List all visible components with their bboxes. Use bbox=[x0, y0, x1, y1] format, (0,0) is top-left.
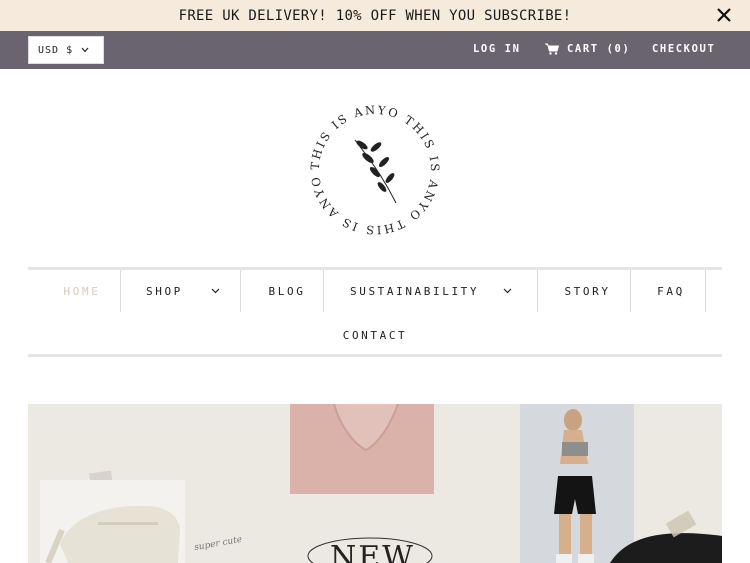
nav-story[interactable]: STORY bbox=[560, 270, 615, 312]
nav-divider bbox=[537, 270, 538, 312]
nav-divider bbox=[705, 270, 706, 312]
close-icon[interactable] bbox=[714, 5, 734, 25]
nav-sustainability-label: SUSTAINABILITY bbox=[350, 284, 480, 298]
nav-home[interactable]: HOME bbox=[60, 270, 104, 312]
nav-shop[interactable]: SHOP bbox=[146, 270, 236, 312]
currency-value: USD $ bbox=[38, 44, 74, 56]
announcement-bar: FREE UK DELIVERY! 10% OFF WHEN YOU SUBSC… bbox=[0, 0, 750, 31]
nav-sustainability[interactable]: SUSTAINABILITY bbox=[350, 270, 530, 312]
brand-logo[interactable]: THIS IS ANYO THIS IS ANYO THIS IS ANYO bbox=[300, 95, 450, 245]
hero-banner[interactable]: super cute NEW bbox=[28, 404, 722, 563]
nav-divider bbox=[630, 270, 631, 312]
login-link[interactable]: LOG IN bbox=[473, 43, 521, 55]
hero-headline: NEW bbox=[330, 540, 415, 563]
nav-contact[interactable]: CONTACT bbox=[335, 314, 415, 356]
checkout-link[interactable]: CHECKOUT bbox=[652, 43, 715, 55]
hero-script-text: super cute bbox=[193, 535, 242, 553]
nav-bottom-border bbox=[28, 354, 722, 357]
chevron-down-icon bbox=[503, 288, 512, 294]
nav-blog[interactable]: BLOG bbox=[262, 270, 312, 312]
nav-divider bbox=[240, 270, 241, 312]
leaf-branch-icon bbox=[354, 139, 397, 204]
chevron-down-icon bbox=[211, 288, 220, 294]
cart-label: CART (0) bbox=[567, 43, 631, 55]
top-utility-bar: USD $ LOG IN CART (0) CHECKOUT bbox=[0, 31, 750, 69]
nav-divider bbox=[120, 270, 121, 312]
cart-icon bbox=[545, 43, 559, 55]
nav-divider bbox=[323, 270, 324, 312]
cart-link[interactable]: CART (0) bbox=[545, 43, 630, 55]
nav-shop-label: SHOP bbox=[146, 284, 183, 298]
chevron-down-icon bbox=[81, 47, 89, 53]
nav-faq[interactable]: FAQ bbox=[652, 270, 690, 312]
announcement-text: FREE UK DELIVERY! 10% OFF WHEN YOU SUBSC… bbox=[178, 7, 572, 24]
hero-collage: super cute NEW bbox=[40, 404, 722, 563]
currency-selector[interactable]: USD $ bbox=[28, 36, 104, 64]
